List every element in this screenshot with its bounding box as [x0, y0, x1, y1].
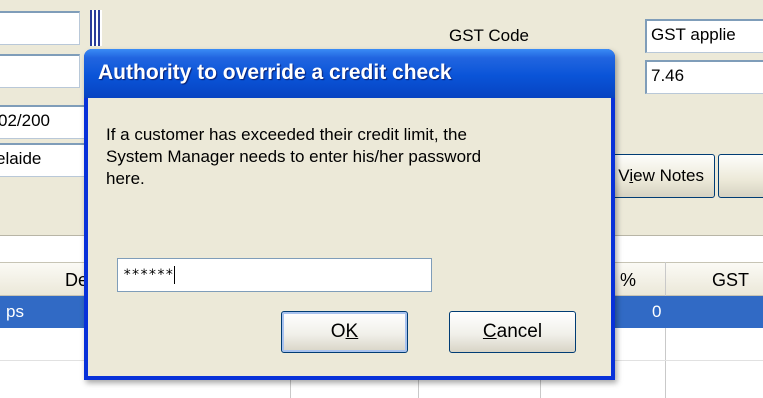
grid-header-percent: % [620, 270, 637, 290]
adjacent-button[interactable] [718, 154, 763, 198]
gst-code-label: GST Code [449, 26, 530, 45]
ok-button[interactable]: OK [281, 311, 408, 353]
ok-button-label: OK [330, 321, 359, 342]
date-field[interactable]: 02/200 [0, 105, 84, 139]
credit-override-dialog: Authority to override a credit check If … [84, 49, 615, 380]
dialog-message: If a customer has exceeded their credit … [106, 125, 482, 188]
dialog-title: Authority to override a credit check [98, 61, 452, 84]
location-field[interactable]: elaide [0, 143, 84, 177]
grid-lookup-icon[interactable] [90, 10, 102, 46]
grid-row-first-cell: ps [6, 302, 24, 321]
grid-column-separator [665, 262, 666, 398]
text-caret [173, 266, 175, 284]
cancel-button-label: Cancel [482, 321, 543, 342]
grid-header-gst: GST [712, 270, 750, 290]
password-masked-text: ****** [123, 267, 174, 283]
gst-rate-field[interactable]: 7.46 [645, 60, 763, 94]
top-left-field[interactable] [0, 11, 80, 45]
second-left-field[interactable] [0, 54, 80, 88]
grid-vline-1 [290, 380, 291, 398]
grid-vline-3 [540, 380, 541, 398]
gst-code-field[interactable]: GST applie [645, 19, 763, 53]
dialog-title-bar[interactable]: Authority to override a credit check [84, 49, 615, 98]
grid-row-percent-cell: 0 [652, 302, 662, 321]
grid-vline-2 [418, 380, 419, 398]
cancel-button[interactable]: Cancel [449, 311, 576, 353]
password-input[interactable]: ****** [117, 258, 432, 292]
view-notes-label: View Notes [618, 166, 704, 185]
